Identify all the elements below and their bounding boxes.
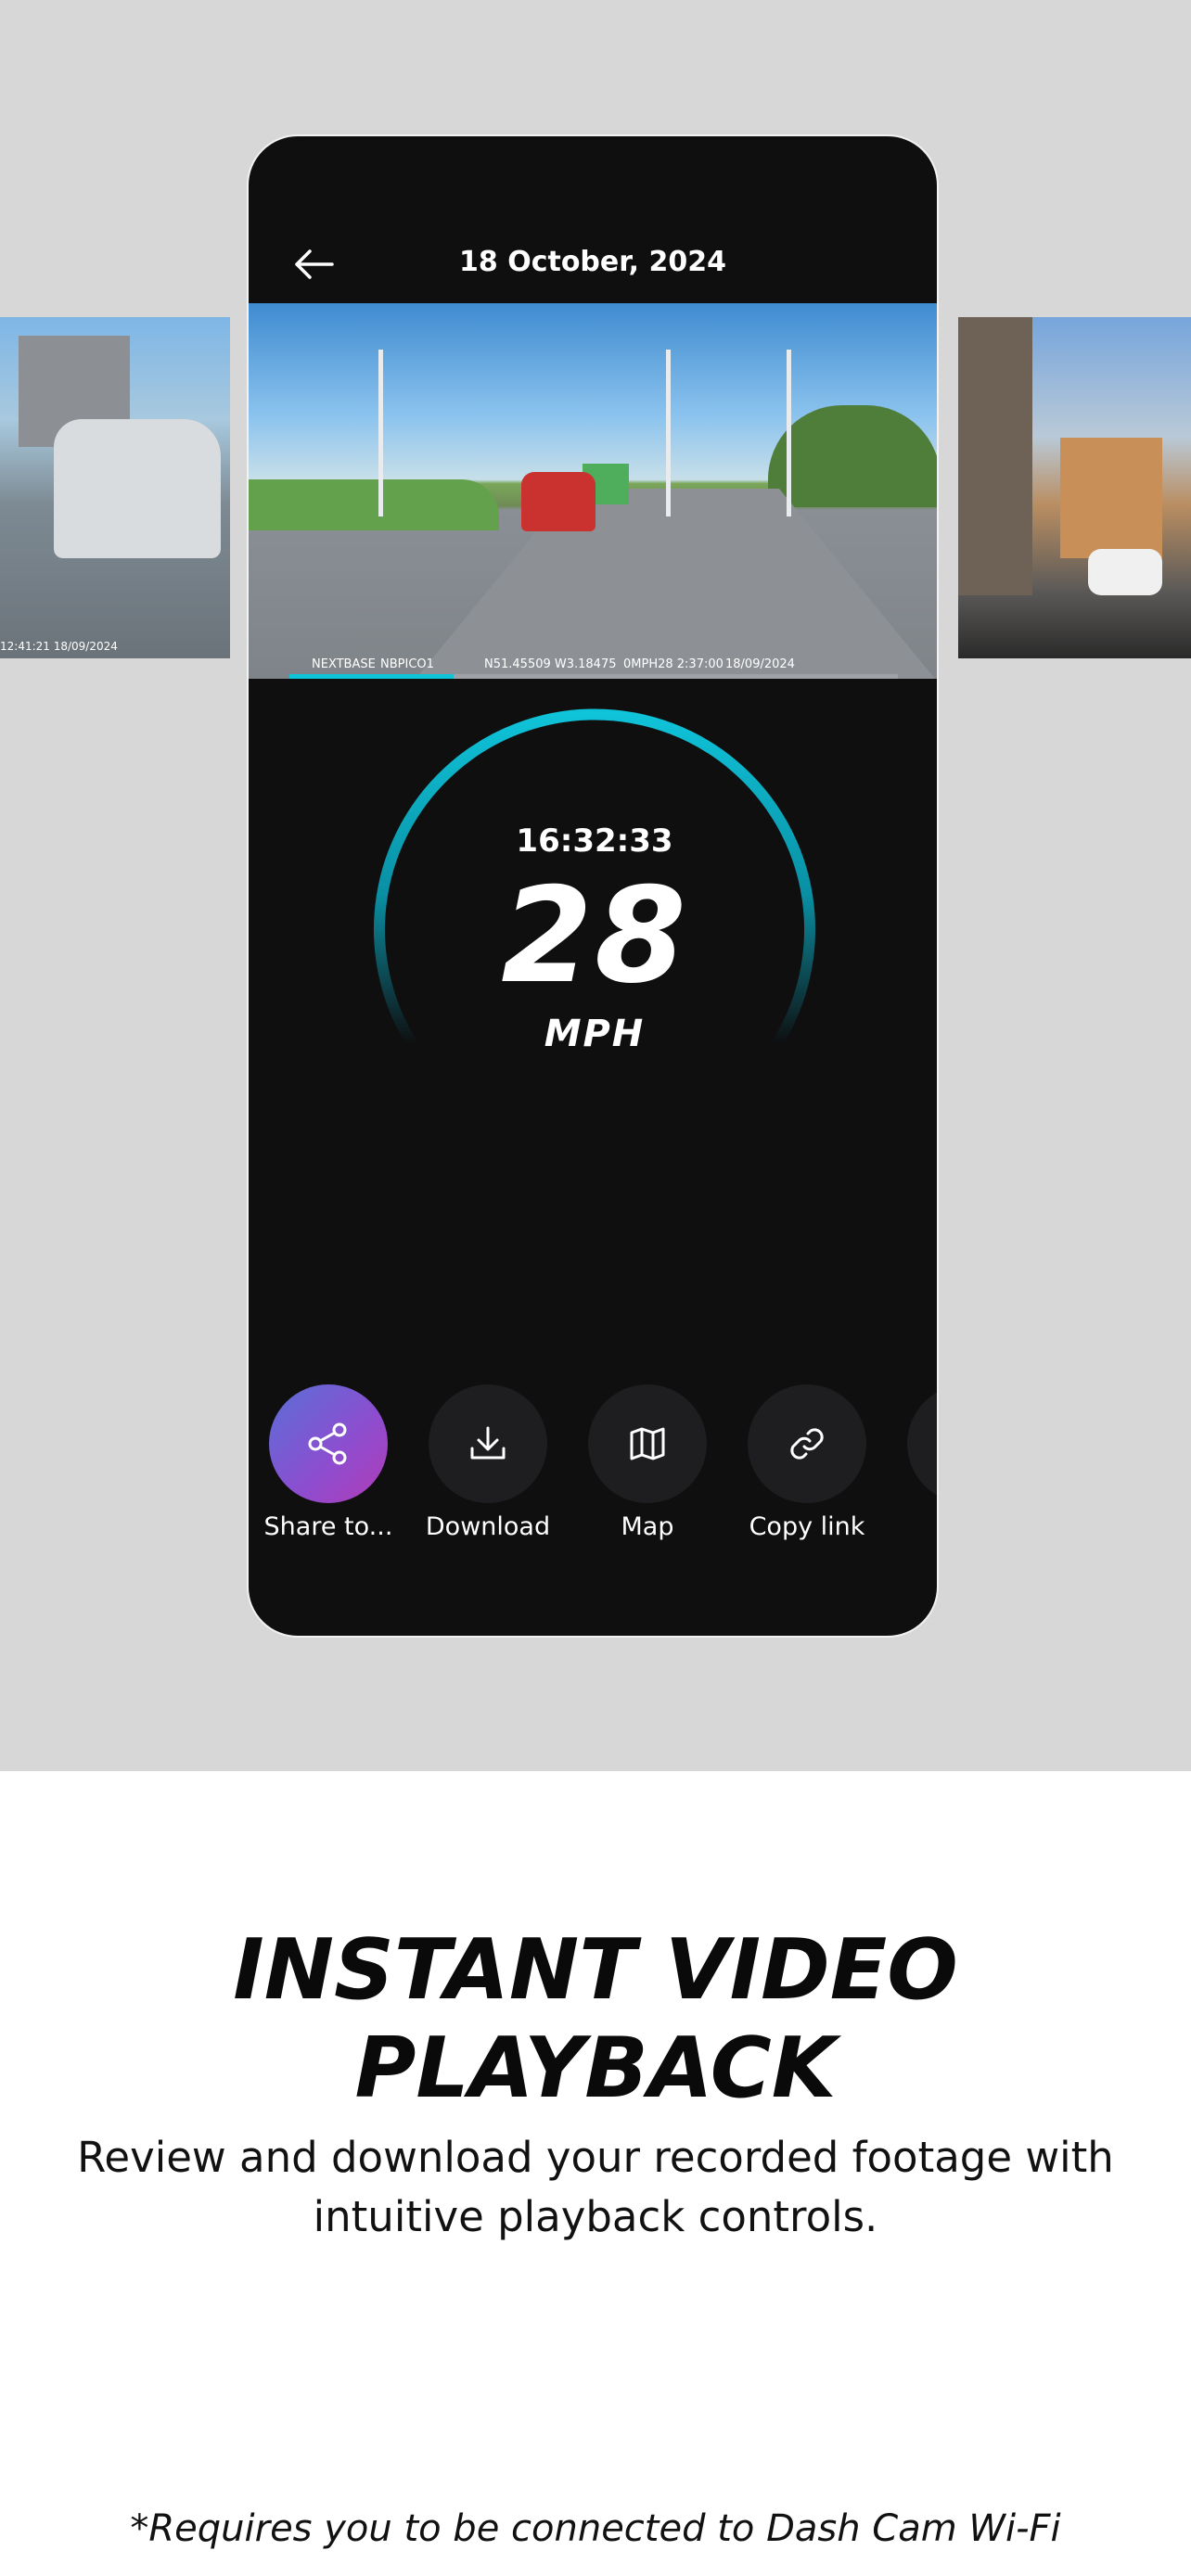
video-grass <box>249 479 499 530</box>
map-circle[interactable] <box>588 1384 707 1503</box>
map-icon <box>630 1427 665 1460</box>
video-lamp-post <box>787 350 791 516</box>
hero-title: INSTANT VIDEO PLAYBACK <box>0 1921 1191 2118</box>
copy-link-label: Copy link <box>749 1512 865 1541</box>
hero-subtitle: Review and download your recorded footag… <box>28 2128 1163 2247</box>
video-player[interactable]: NEXTBASE NBPICO1 N51.45509 W3.18475 0MPH… <box>249 303 937 679</box>
top-bar: 18 October, 2024 <box>249 136 937 303</box>
download-button[interactable]: Download <box>408 1384 568 1541</box>
overlay-gps: N51.45509 W3.18475 <box>484 657 617 671</box>
map-label: Map <box>621 1512 674 1541</box>
thumbnail-van <box>54 419 221 558</box>
footnote: *Requires you to be connected to Dash Ca… <box>130 2507 1061 2550</box>
more-action-circle[interactable] <box>907 1384 937 1503</box>
overlay-brand: NEXTBASE <box>312 657 376 671</box>
overlay-date: 18/09/2024 <box>725 657 795 671</box>
gauge-time: 16:32:33 <box>516 823 673 860</box>
copy-link-circle[interactable] <box>748 1384 866 1503</box>
phone-mockup: 18 October, 2024 NEXTBASE NBPICO1 N51.45… <box>247 134 939 1638</box>
video-car <box>521 472 596 531</box>
gauge-unit: MPH <box>544 1013 646 1055</box>
playback-progress-fill <box>289 674 455 679</box>
more-action-button[interactable]: P <box>887 1384 937 1541</box>
hero-title-line2: PLAYBACK <box>354 2020 837 2117</box>
previous-video-thumbnail[interactable]: 12:41:21 18/09/2024 <box>0 317 230 658</box>
video-lamp-post <box>666 350 671 516</box>
share-circle[interactable] <box>269 1384 388 1503</box>
share-button[interactable]: Share to... <box>249 1384 408 1541</box>
overlay-speed-time: 0MPH28 2:37:00 <box>623 657 724 671</box>
more-action-label: P <box>887 1512 937 1541</box>
thumbnail-building <box>1060 438 1162 558</box>
next-video-thumbnail[interactable] <box>958 317 1191 658</box>
page-title: 18 October, 2024 <box>459 246 726 278</box>
link-icon <box>790 1428 824 1460</box>
map-button[interactable]: Map <box>568 1384 727 1541</box>
overlay-model: NBPICO1 <box>380 657 434 671</box>
playback-progress-bar[interactable] <box>289 674 898 679</box>
thumbnail-car <box>1088 549 1162 595</box>
thumbnail-timestamp: 12:41:21 18/09/2024 <box>0 640 118 653</box>
speed-gauge: 16:32:33 28 MPH <box>367 702 822 1156</box>
thumbnail-building <box>958 317 1032 595</box>
hero-subtitle-line1: Review and download your recorded footag… <box>77 2133 1114 2182</box>
video-lamp-post <box>378 350 383 516</box>
action-bar: Share to... Download Map Copy link <box>249 1384 937 1570</box>
share-label: Share to... <box>263 1512 393 1541</box>
copy-link-button[interactable]: Copy link <box>727 1384 887 1541</box>
hero-title-line1: INSTANT VIDEO <box>233 1921 958 2019</box>
hero-subtitle-line2: intuitive playback controls. <box>313 2192 878 2241</box>
showcase-background: 12:41:21 18/09/2024 18 October, 2024 NEX… <box>0 0 1191 1771</box>
share-icon <box>308 1422 347 1465</box>
gauge-speed: 28 <box>501 860 688 1013</box>
download-circle[interactable] <box>429 1384 547 1503</box>
download-label: Download <box>425 1512 551 1541</box>
video-trees <box>768 405 937 507</box>
download-icon <box>470 1426 506 1460</box>
